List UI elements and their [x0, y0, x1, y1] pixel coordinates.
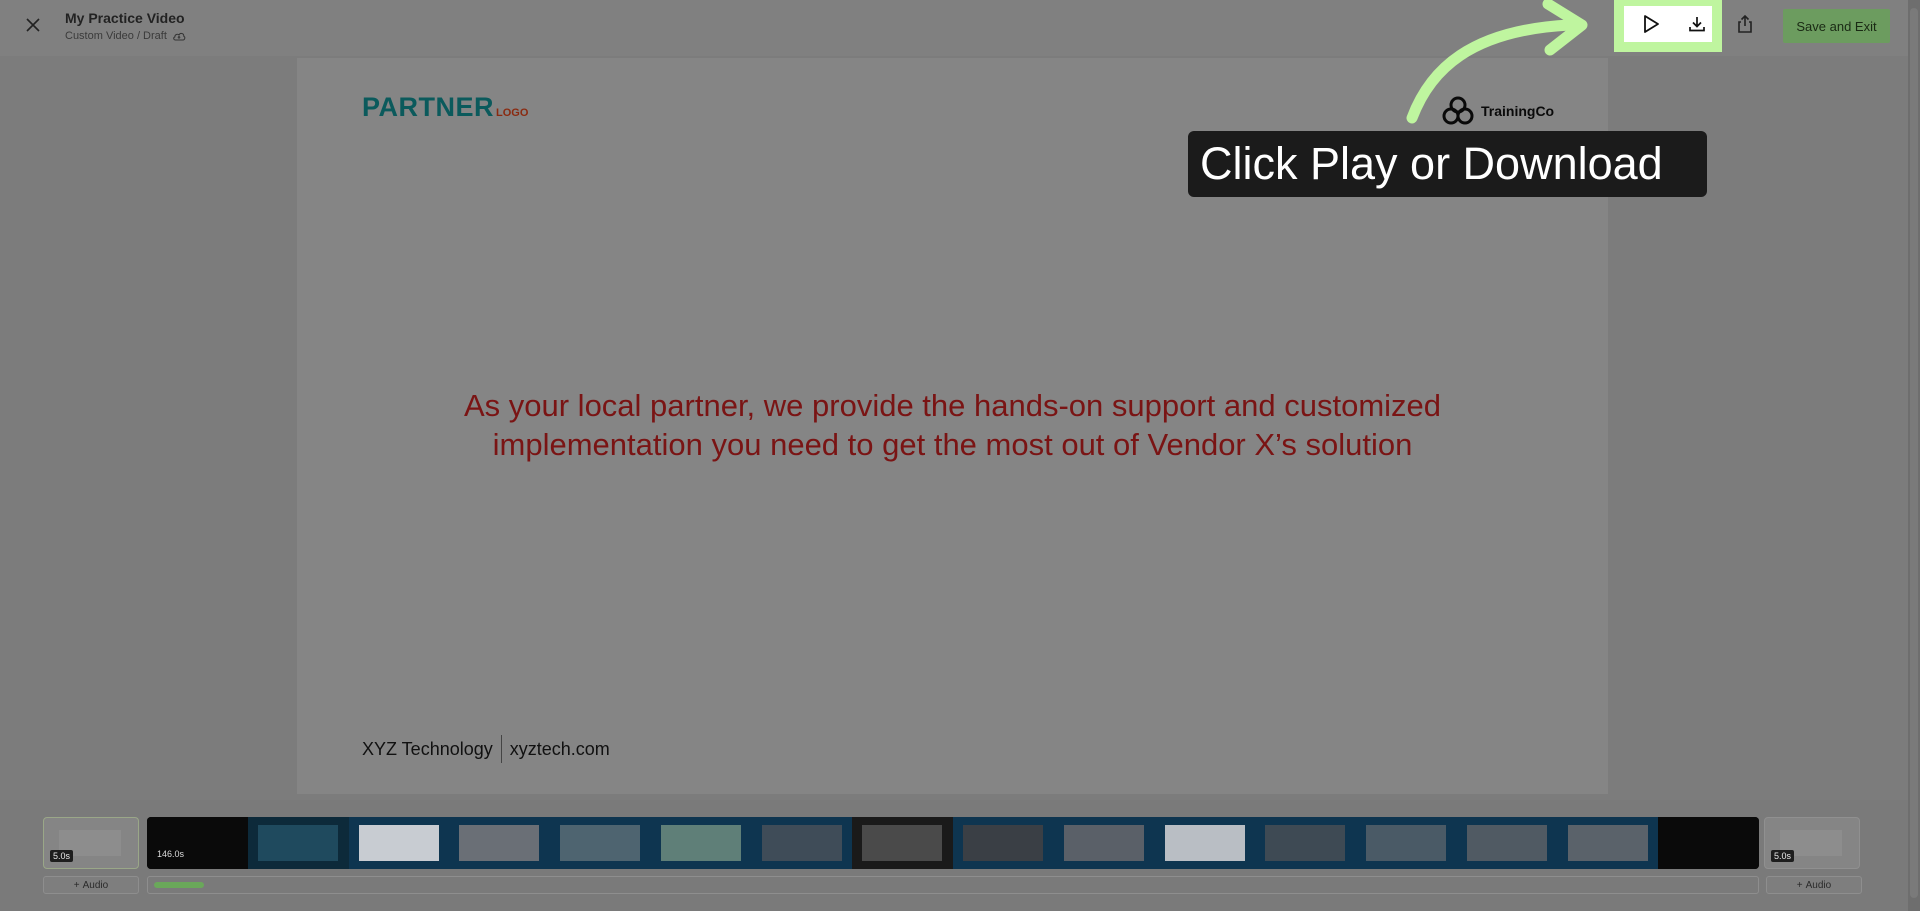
- partner-logo: PARTNER LOGO: [362, 92, 528, 123]
- clip-duration: 5.0s: [1771, 850, 1795, 862]
- slide-footer: XYZ Technology xyztech.com: [362, 735, 610, 763]
- strip-frame: [1154, 817, 1256, 869]
- audio-label: Audio: [1805, 879, 1832, 891]
- strip-duration: 146.0s: [157, 849, 185, 859]
- strip-frame: [953, 817, 1054, 869]
- video-subtitle: Custom Video / Draft: [65, 30, 186, 42]
- strip-frame: [1456, 817, 1558, 869]
- play-icon: [1644, 15, 1659, 33]
- tutorial-arrow-icon: [1406, 0, 1588, 124]
- strip-frame: [348, 817, 450, 869]
- close-button[interactable]: [22, 14, 44, 36]
- slide-body-line-2: implementation you need to get the most …: [492, 427, 1413, 462]
- strip-frame: [650, 817, 752, 869]
- share-icon: [1738, 14, 1752, 33]
- partner-logo-text: PARTNER: [362, 92, 495, 122]
- footer-url: xyztech.com: [509, 738, 610, 759]
- save-and-exit-button[interactable]: Save and Exit: [1783, 9, 1890, 43]
- audio-label: Audio: [82, 879, 109, 891]
- tutorial-callout: Click Play or Download: [1188, 131, 1707, 197]
- outro-clip-card[interactable]: 5.0s: [1764, 817, 1860, 869]
- slide-body-text: As your local partner, we provide the ha…: [337, 386, 1568, 464]
- play-button[interactable]: [1636, 9, 1666, 39]
- audio-clip-bar[interactable]: [154, 882, 204, 888]
- scrollbar-thumb[interactable]: [1910, 8, 1918, 898]
- plus-icon: +: [1796, 879, 1803, 891]
- strip-frame: [550, 817, 651, 869]
- plus-icon: +: [73, 879, 80, 891]
- strip-frame: [1356, 817, 1457, 869]
- main-clip-strip[interactable]: 146.0s: [147, 817, 1759, 869]
- strip-frame: [1255, 817, 1356, 869]
- strip-frame: [1557, 817, 1659, 869]
- add-audio-button-right[interactable]: + Audio: [1766, 876, 1862, 894]
- intro-clip-card[interactable]: 5.0s: [43, 817, 139, 869]
- download-icon: [1689, 17, 1705, 32]
- slide-body-line-1: As your local partner, we provide the ha…: [463, 388, 1442, 423]
- timeline-panel: 5.0s 146.0s 5.0s + Audio + Audio: [0, 800, 1920, 911]
- partner-logo-small: LOGO: [496, 107, 529, 119]
- video-status-path: Custom Video / Draft: [65, 30, 167, 42]
- strip-frame: [247, 817, 349, 869]
- clip-duration: 5.0s: [50, 850, 74, 862]
- strip-frame: [1053, 817, 1155, 869]
- add-audio-button-left[interactable]: + Audio: [43, 876, 139, 894]
- strip-frame: [449, 817, 550, 869]
- strip-frame: [852, 817, 953, 869]
- strip-frame: [147, 817, 248, 869]
- cloud-sync-icon: [173, 32, 186, 41]
- share-button[interactable]: [1730, 9, 1760, 39]
- audio-track[interactable]: [147, 876, 1759, 894]
- footer-divider: [500, 735, 502, 763]
- page-scrollbar[interactable]: [1908, 0, 1920, 911]
- download-button[interactable]: [1682, 9, 1712, 39]
- footer-company: XYZ Technology: [362, 738, 493, 759]
- close-icon: [26, 18, 40, 32]
- video-title: My Practice Video: [65, 10, 185, 26]
- strip-frame: [1658, 817, 1759, 869]
- strip-frame: [751, 817, 853, 869]
